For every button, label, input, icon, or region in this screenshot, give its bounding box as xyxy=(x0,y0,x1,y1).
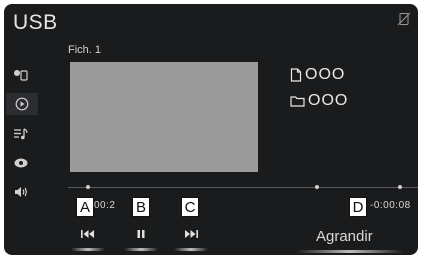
album-artwork xyxy=(70,62,258,172)
page-title: USB xyxy=(13,11,58,34)
callout-d: D xyxy=(349,197,367,217)
callout-a: A xyxy=(76,197,94,217)
folder-icon xyxy=(290,96,305,107)
head-unit-screen: USB Fich. 1 OOO OOO 00:2 -0:00:08 A B C … xyxy=(4,4,418,255)
sidebar-item-playback[interactable] xyxy=(6,93,38,115)
eye-icon xyxy=(14,158,28,168)
previous-track-button[interactable] xyxy=(69,224,107,251)
progress-end-marker xyxy=(398,185,402,189)
callout-c: C xyxy=(181,197,199,217)
skip-previous-icon xyxy=(81,230,94,238)
folder-name-value: OOO xyxy=(308,92,349,109)
sidebar-item-view[interactable] xyxy=(9,152,33,174)
enlarge-button-highlight xyxy=(296,250,404,253)
music-list-icon xyxy=(14,128,28,140)
file-icon xyxy=(290,68,302,82)
sidebar-item-source[interactable] xyxy=(9,64,33,86)
phone-disconnected-icon xyxy=(397,12,411,26)
progress-bar[interactable] xyxy=(68,187,418,188)
speaker-icon xyxy=(15,187,27,197)
remaining-time: -0:00:08 xyxy=(370,200,411,211)
skip-next-icon xyxy=(185,230,198,238)
file-info-row: OOO xyxy=(290,66,345,84)
progress-start-marker xyxy=(86,185,90,189)
pause-icon xyxy=(137,230,145,238)
folder-info-row: OOO xyxy=(290,92,348,110)
track-filename: Fich. 1 xyxy=(68,44,102,56)
source-sidebar xyxy=(4,56,40,206)
file-name-value: OOO xyxy=(305,66,346,83)
sidebar-item-sound[interactable] xyxy=(9,181,33,203)
pause-button[interactable] xyxy=(122,224,160,251)
progress-thumb[interactable] xyxy=(315,185,319,189)
source-device-icon xyxy=(14,70,28,81)
enlarge-button[interactable]: Agrandir xyxy=(316,228,373,245)
callout-b: B xyxy=(132,197,150,217)
elapsed-time: 00:2 xyxy=(94,200,116,211)
play-circle-icon xyxy=(15,97,29,111)
next-track-button[interactable] xyxy=(172,224,210,251)
sidebar-item-browse[interactable] xyxy=(9,123,33,145)
